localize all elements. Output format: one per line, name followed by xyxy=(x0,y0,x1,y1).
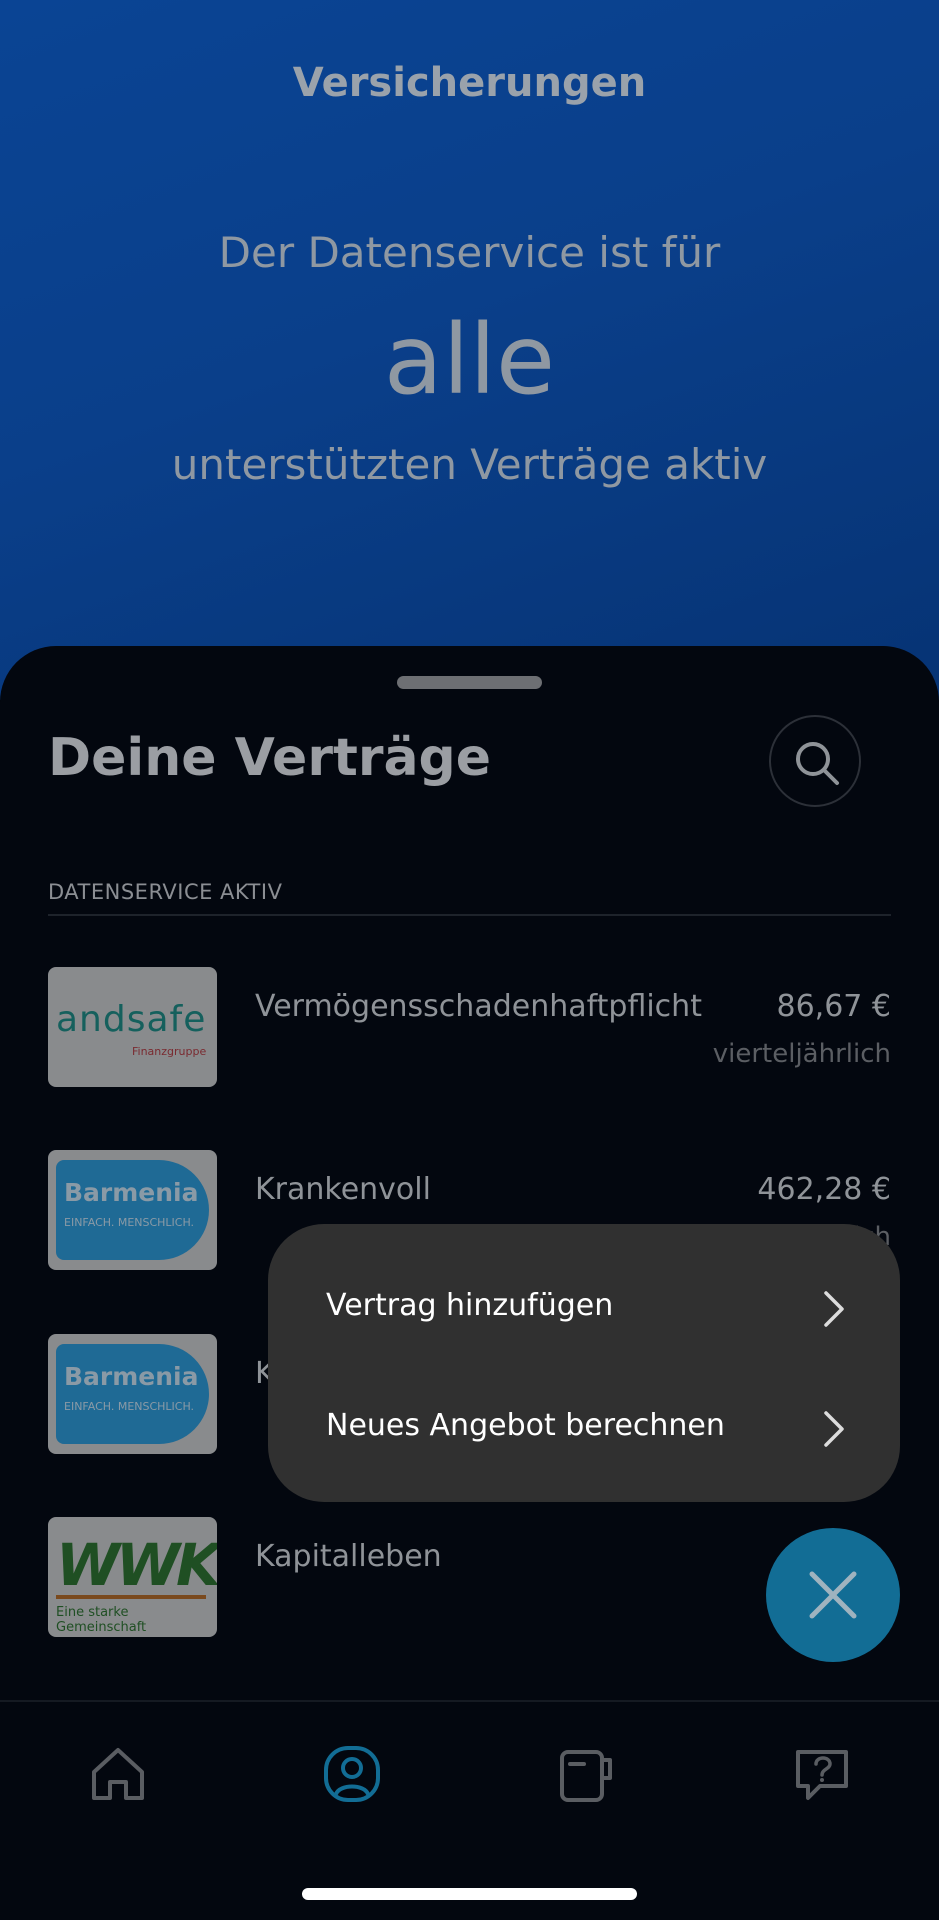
menu-item-new-offer[interactable]: Neues Angebot berechnen xyxy=(326,1400,846,1460)
home-indicator[interactable] xyxy=(302,1888,637,1900)
tab-contracts[interactable] xyxy=(320,1742,384,1806)
close-menu-button[interactable] xyxy=(766,1528,900,1662)
barmenia-logo-shape xyxy=(56,1160,209,1260)
provider-logo-barmenia: Barmenia EINFACH. MENSCHLICH. xyxy=(48,1334,217,1454)
contract-price: 86,67 € xyxy=(776,989,891,1024)
tab-bar xyxy=(0,1700,939,1920)
sheet-grabber[interactable] xyxy=(397,676,542,689)
menu-item-label: Vertrag hinzufügen xyxy=(326,1288,614,1323)
menu-item-label: Neues Angebot berechnen xyxy=(326,1408,725,1443)
barmenia-logo-text: Barmenia xyxy=(64,1362,199,1391)
chevron-right-icon xyxy=(824,1291,844,1327)
contract-name: Krankenvoll xyxy=(255,1172,431,1207)
barmenia-logo-shape xyxy=(56,1344,209,1444)
andsafe-logo-sub: Finanzgruppe xyxy=(132,1045,207,1058)
search-icon xyxy=(796,742,839,785)
tab-help[interactable] xyxy=(790,1742,854,1806)
tab-home[interactable] xyxy=(86,1742,150,1806)
provider-logo-andsafe: andsafe Finanzgruppe xyxy=(48,967,217,1087)
contract-name: Vermögensschadenhaftpflicht xyxy=(255,989,702,1024)
sheet-title: Deine Verträge xyxy=(48,728,492,788)
section-label: DATENSERVICE AKTIV xyxy=(48,880,283,904)
chevron-right-icon xyxy=(824,1411,844,1447)
page-title: Versicherungen xyxy=(292,60,647,106)
documents-icon xyxy=(560,1750,612,1802)
provider-logo-wwk: WWK Eine starke Gemeinschaft xyxy=(48,1517,217,1637)
hero-header: Versicherungen Der Datenservice ist für … xyxy=(0,0,939,700)
provider-logo-barmenia: Barmenia EINFACH. MENSCHLICH. xyxy=(48,1150,217,1270)
hero-text-line1: Der Datenservice ist für xyxy=(218,228,721,277)
action-menu: Vertrag hinzufügen Neues Angebot berechn… xyxy=(268,1224,900,1502)
contract-row[interactable]: WWK Eine starke Gemeinschaft Kapitallebe… xyxy=(48,1517,891,1637)
wwk-logo-sub: Eine starke Gemeinschaft xyxy=(56,1605,147,1635)
contract-frequency: vierteljährlich xyxy=(712,1039,891,1069)
barmenia-logo-sub: EINFACH. MENSCHLICH. xyxy=(64,1400,195,1413)
contract-price: 462,28 € xyxy=(757,1172,891,1207)
hero-text-line3: unterstützten Verträge aktiv xyxy=(171,440,768,489)
app-screen: Versicherungen Der Datenservice ist für … xyxy=(0,0,939,1920)
tab-documents[interactable] xyxy=(554,1742,618,1806)
wwk-logo-bar xyxy=(56,1595,206,1599)
contract-row[interactable]: andsafe Finanzgruppe Vermögensschadenhaf… xyxy=(48,967,891,1087)
barmenia-logo-text: Barmenia xyxy=(64,1178,199,1207)
close-icon xyxy=(809,1571,857,1619)
barmenia-logo-sub: EINFACH. MENSCHLICH. xyxy=(64,1216,195,1229)
wwk-logo-text: WWK xyxy=(56,1531,217,1599)
section-divider xyxy=(48,914,891,916)
andsafe-logo-text: andsafe xyxy=(56,999,207,1040)
help-icon xyxy=(796,1750,848,1800)
search-button[interactable] xyxy=(769,715,861,807)
home-icon xyxy=(92,1748,144,1800)
hero-highlight: alle xyxy=(383,304,556,416)
contracts-icon xyxy=(324,1746,380,1802)
menu-item-add-contract[interactable]: Vertrag hinzufügen xyxy=(326,1280,846,1340)
contract-name: Kapitalleben xyxy=(255,1539,442,1574)
